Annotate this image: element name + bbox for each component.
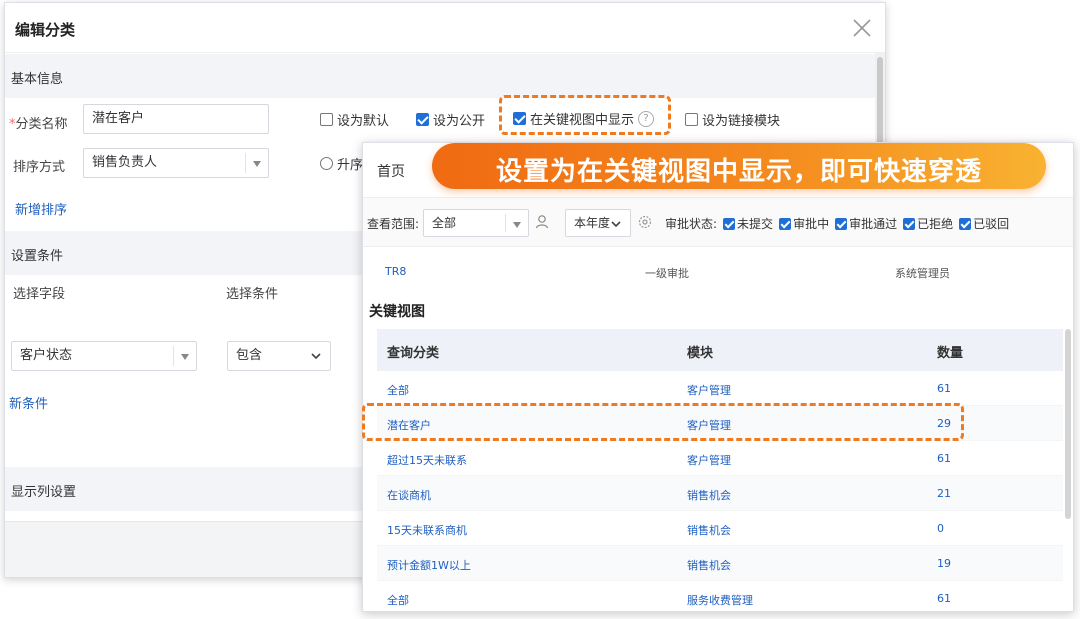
approval-label: 审批状态: [665,217,718,231]
row-category[interactable]: 全部 [387,382,409,398]
checkbox-box[interactable] [835,217,848,230]
new-condition-link[interactable]: 新条件 [9,393,48,412]
checkbox-box[interactable] [416,113,429,126]
column-header: 数量 [937,346,964,361]
set-public-checkbox[interactable]: 设为公开 [416,110,485,129]
approval-row: TR8 一级审批 系统管理员 [363,261,1073,283]
set-link-module-checkbox[interactable]: 设为链接模块 [685,110,780,129]
checkbox-box[interactable] [723,217,736,230]
approval-row-name[interactable]: TR8 [385,265,406,278]
table-row[interactable]: 潜在客户 客户管理 29 [377,406,1063,441]
row-count[interactable]: 0 [937,522,944,535]
table-row[interactable]: 15天未联系商机 销售机会 0 [377,511,1063,546]
set-default-checkbox[interactable]: 设为默认 [320,110,389,129]
table-row[interactable]: 超过15天未联系 客户管理 61 [377,441,1063,476]
category-name-label: *分类名称 [9,117,68,132]
section-title: 基本信息 [11,72,64,87]
caret-down-icon [181,354,189,360]
approval-item[interactable]: 已驳回 [959,215,1009,232]
column-header: 模块 [687,346,714,361]
approval-item[interactable]: 未提交 [723,215,773,232]
row-count[interactable]: 19 [937,557,951,570]
table-scrollbar[interactable] [1065,329,1071,519]
row-count[interactable]: 29 [937,417,951,430]
checkbox-box[interactable] [685,113,698,126]
row-category[interactable]: 预计金额1W以上 [387,557,471,573]
chevron-down-icon [611,221,621,228]
row-count[interactable]: 21 [937,487,951,500]
approval-item[interactable]: 审批中 [779,215,829,232]
row-category[interactable]: 全部 [387,592,409,608]
row-category[interactable]: 15天未联系商机 [387,522,467,538]
home-title: 首页 [377,164,405,180]
filter-bar: 查看范围: 全部 本年度 审批状态: 未提交 审批中 审批通过 已拒绝 已驳回 [363,197,1073,247]
row-category[interactable]: 潜在客户 [387,417,431,433]
select-condition-label: 选择条件 [226,287,279,302]
user-icon[interactable] [535,214,551,230]
column-header: 查询分类 [387,346,440,361]
sort-asc-radio[interactable]: 升序 [320,154,363,173]
sort-select[interactable]: 销售负责人 [83,148,269,178]
checkbox-box[interactable] [903,217,916,230]
key-view-area: 关键视图 查询分类 模块 数量 全部 客户管理 61 潜在客户 客户管理 29 … [363,289,1073,611]
row-count[interactable]: 61 [937,592,951,605]
checkbox-box[interactable] [779,217,792,230]
key-view-table: 查询分类 模块 数量 全部 客户管理 61 潜在客户 客户管理 29 超过15天… [377,329,1063,611]
table-row[interactable]: 在谈商机 销售机会 21 [377,476,1063,511]
basic-info-section: 基本信息 [5,54,876,98]
scope-select[interactable]: 全部 [423,209,529,237]
add-sort-link[interactable]: 新增排序 [15,199,67,218]
caret-down-icon [513,222,521,228]
approval-item[interactable]: 已拒绝 [903,215,953,232]
checkbox-box[interactable] [320,113,333,126]
banner-text: 设置为在关键视图中显示，即可快速穿透 [495,157,982,187]
condition-select[interactable]: 包含 [227,341,331,371]
chevron-down-icon [311,353,321,360]
approval-status-filter: 审批状态: 未提交 审批中 审批通过 已拒绝 已驳回 [665,215,1009,232]
home-panel: 首页 查看范围: 全部 本年度 审批状态: 未提交 审批中 审批通过 已拒绝 已… [362,142,1074,612]
close-icon[interactable] [849,15,875,41]
key-view-title: 关键视图 [369,304,425,320]
row-category[interactable]: 超过15天未联系 [387,452,467,468]
row-module[interactable]: 销售机会 [687,522,731,538]
category-name-input[interactable]: 潜在客户 [83,104,269,134]
table-header: 查询分类 模块 数量 [377,329,1063,371]
row-count[interactable]: 61 [937,382,951,395]
row-module[interactable]: 销售机会 [687,487,731,503]
checkbox-box[interactable] [959,217,972,230]
dialog-header: 编辑分类 [5,3,885,53]
help-icon[interactable]: ? [638,110,655,127]
table-row[interactable]: 预计金额1W以上 销售机会 19 [377,546,1063,581]
section-title: 设置条件 [11,249,64,264]
table-row[interactable]: 全部 服务收费管理 61 [377,581,1063,611]
section-title: 显示列设置 [11,485,77,500]
dialog-title: 编辑分类 [15,21,76,39]
field-select[interactable]: 客户状态 [11,341,197,371]
row-module[interactable]: 服务收费管理 [687,592,753,608]
callout-banner: 设置为在关键视图中显示，即可快速穿透 [432,143,1046,189]
row-module[interactable]: 客户管理 [687,382,731,398]
select-field-label: 选择字段 [13,287,66,302]
gear-icon[interactable] [637,214,653,230]
row-count[interactable]: 61 [937,452,951,465]
caret-down-icon [253,161,261,167]
scope-label: 查看范围: [367,217,420,231]
row-module[interactable]: 客户管理 [687,417,731,433]
radio-circle[interactable] [320,157,333,170]
row-module[interactable]: 销售机会 [687,557,731,573]
show-in-key-view-checkbox[interactable]: 在关键视图中显示 ? [513,109,655,128]
approval-item[interactable]: 审批通过 [835,215,897,232]
checkbox-box[interactable] [513,112,526,125]
table-row[interactable]: 全部 客户管理 61 [377,371,1063,406]
row-category[interactable]: 在谈商机 [387,487,431,503]
row-module[interactable]: 客户管理 [687,452,731,468]
approval-row-level: 一级审批 [645,267,689,280]
approval-row-user: 系统管理员 [895,267,950,280]
year-select[interactable]: 本年度 [565,209,631,237]
sort-label: 排序方式 [13,160,66,175]
